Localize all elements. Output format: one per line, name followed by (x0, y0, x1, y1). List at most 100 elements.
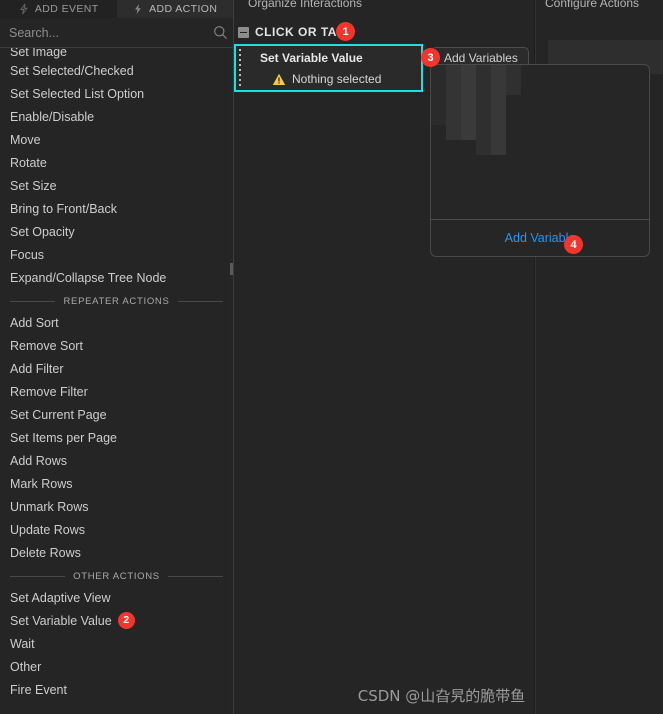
redacted-mosaic-region (431, 65, 553, 155)
selected-action-card[interactable]: Set Variable Value Nothing selected (234, 44, 423, 92)
mosaic-block (491, 110, 506, 125)
list-item-label: Wait (10, 637, 35, 651)
add-variables-popover: Add Variable (430, 64, 650, 257)
list-item[interactable]: Mark Rows (0, 473, 233, 496)
list-item[interactable]: Unmark Rows (0, 496, 233, 519)
list-item[interactable]: Set Opacity (0, 221, 233, 244)
configure-actions-header: Configure Actions (545, 0, 639, 10)
list-item[interactable]: Enable/Disable (0, 106, 233, 129)
drag-handle-dots[interactable] (239, 49, 241, 89)
list-item-label: Remove Sort (10, 339, 83, 353)
list-item[interactable]: Set Items per Page (0, 427, 233, 450)
list-item[interactable]: Other (0, 656, 233, 679)
mosaic-block (491, 125, 506, 140)
list-item-label: Unmark Rows (10, 500, 89, 514)
list-item-label: Set Size (10, 179, 57, 193)
list-item-label: Rotate (10, 156, 47, 170)
list-item-label: Set Image (10, 48, 67, 59)
lightning-dim-icon (18, 3, 30, 15)
list-item-label: Add Rows (10, 454, 67, 468)
list-item[interactable]: Set Image (0, 48, 233, 60)
action-list[interactable]: Set Image Set Selected/Checked Set Selecte… (0, 48, 233, 714)
list-item[interactable]: Add Filter (0, 358, 233, 381)
group-header-label: OTHER ACTIONS (73, 571, 160, 582)
selected-action-title: Set Variable Value (260, 51, 363, 65)
selected-action-status: Nothing selected (272, 72, 381, 86)
watermark: CSDN @山旮旯的脆带鱼 (0, 685, 663, 706)
list-item[interactable]: Add Rows (0, 450, 233, 473)
list-item-label: Add Sort (10, 316, 59, 330)
mosaic-block (461, 80, 476, 95)
organize-interactions-header: Organize Interactions (248, 0, 362, 10)
list-group-header: OTHER ACTIONS (0, 565, 233, 587)
list-item-label: Delete Rows (10, 546, 81, 560)
search-input[interactable] (0, 25, 207, 41)
group-rule (10, 576, 65, 577)
minus-box-icon[interactable] (238, 27, 249, 38)
variables-list[interactable] (431, 65, 649, 220)
list-item-label: Update Rows (10, 523, 85, 537)
list-item[interactable]: Delete Rows (0, 542, 233, 565)
list-item[interactable]: Set Selected/Checked (0, 60, 233, 83)
mosaic-block (476, 65, 491, 80)
mosaic-block (476, 80, 491, 95)
list-item-label: Remove Filter (10, 385, 88, 399)
list-item-label: Set Current Page (10, 408, 107, 422)
list-item-label: Enable/Disable (10, 110, 94, 124)
list-item[interactable]: Focus (0, 244, 233, 267)
list-item-label: Bring to Front/Back (10, 202, 117, 216)
mosaic-block (431, 95, 446, 110)
list-item-label: Set Opacity (10, 225, 75, 239)
mosaic-block (476, 110, 491, 125)
list-item-label: Set Selected List Option (10, 87, 144, 101)
mosaic-block (461, 65, 476, 80)
group-header-label: REPEATER ACTIONS (63, 296, 169, 307)
mosaic-block (491, 65, 506, 80)
mosaic-block (446, 65, 461, 80)
list-item[interactable]: Remove Filter (0, 381, 233, 404)
mosaic-block (461, 95, 476, 110)
list-item[interactable]: Update Rows (0, 519, 233, 542)
mosaic-block (476, 140, 491, 155)
list-item[interactable]: Set Size (0, 175, 233, 198)
warning-triangle-icon (272, 73, 286, 86)
add-variables-tab-label: Add Variables (444, 51, 518, 65)
mosaic-block (491, 95, 506, 110)
list-item[interactable]: Remove Sort (0, 335, 233, 358)
list-item-label: Set Items per Page (10, 431, 117, 445)
list-item[interactable]: Add Sort (0, 312, 233, 335)
callout-badge-3: 3 (421, 48, 440, 67)
tab-add-event[interactable]: ADD EVENT (0, 0, 117, 18)
tab-add-action[interactable]: ADD ACTION (117, 0, 234, 18)
list-item[interactable]: Set Selected List Option (0, 83, 233, 106)
search-bar (0, 18, 233, 48)
list-item[interactable]: Set Current Page (0, 404, 233, 427)
panel-tab-bar: ADD EVENT ADD ACTION (0, 0, 233, 18)
list-item[interactable]: Expand/Collapse Tree Node (0, 267, 233, 290)
list-item[interactable]: Rotate (0, 152, 233, 175)
list-item-label: Set Variable Value (10, 614, 112, 628)
add-action-panel: ADD EVENT ADD ACTION Set Image Set Select… (0, 0, 233, 714)
mosaic-block (446, 125, 461, 140)
mosaic-block (461, 125, 476, 140)
mosaic-block (506, 65, 521, 80)
list-item[interactable]: Bring to Front/Back (0, 198, 233, 221)
search-icon[interactable] (207, 18, 233, 48)
mosaic-block (446, 95, 461, 110)
mosaic-block (446, 110, 461, 125)
list-item[interactable]: Wait (0, 633, 233, 656)
list-item[interactable]: Set Variable Value2 (0, 610, 233, 633)
list-item-label: Add Filter (10, 362, 64, 376)
tab-add-event-label: ADD EVENT (35, 3, 99, 15)
group-rule (168, 576, 223, 577)
list-item[interactable]: Set Adaptive View (0, 587, 233, 610)
mosaic-block (506, 80, 521, 95)
list-item-label: Set Selected/Checked (10, 64, 134, 78)
group-rule (178, 301, 223, 302)
list-item[interactable]: Move (0, 129, 233, 152)
list-item-label: Expand/Collapse Tree Node (10, 271, 166, 285)
mosaic-block (446, 80, 461, 95)
event-group-click-or-tap[interactable]: CLICK OR TAP (238, 22, 345, 42)
mosaic-block (431, 110, 446, 125)
list-item-label: Focus (10, 248, 44, 262)
